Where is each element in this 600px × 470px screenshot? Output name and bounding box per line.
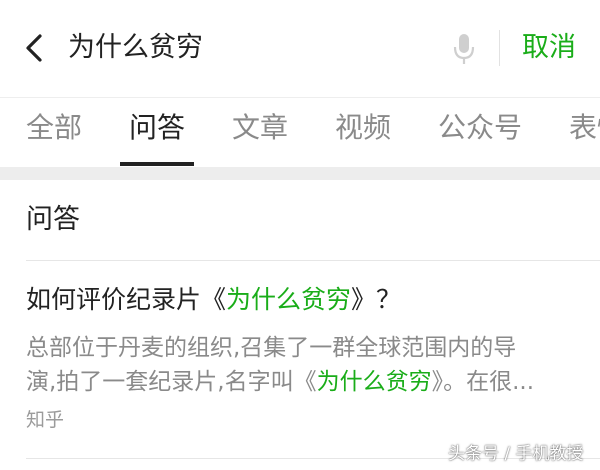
result-title-highlight: 为什么贫穷 — [226, 285, 352, 314]
tab-qa[interactable]: 问答 — [129, 106, 185, 150]
tab-official-accounts[interactable]: 公众号 — [438, 106, 522, 150]
search-divider — [499, 30, 500, 66]
result-title: 如何评价纪录片《为什么贫穷》？ — [26, 278, 401, 322]
chevron-left-icon — [26, 34, 42, 62]
search-input[interactable]: 为什么贫穷 — [68, 26, 203, 70]
tab-videos[interactable]: 视频 — [335, 106, 391, 150]
result-source: 知乎 — [26, 409, 65, 431]
active-tab-indicator — [120, 162, 194, 166]
category-tabs: 全部 问答 文章 视频 公众号 表情 — [0, 97, 600, 167]
back-button[interactable] — [18, 28, 48, 68]
snippet-line: 总部位于丹麦的组织,召集了一群全球范围内的导 — [26, 335, 517, 361]
watermark: 头条号 / 手机教授 — [448, 444, 584, 464]
snippet-text: 演,拍了一套纪录片,名字叫《 — [26, 369, 317, 395]
tab-stickers[interactable]: 表情 — [569, 106, 600, 150]
tab-all[interactable]: 全部 — [26, 106, 82, 150]
microphone-icon — [453, 34, 475, 64]
section-title: 问答 — [26, 204, 80, 235]
section-separator — [0, 167, 600, 180]
snippet-line: 演,拍了一套纪录片,名字叫《为什么贫穷》。在很... — [26, 365, 586, 399]
result-title-prefix: 如何评价纪录片《 — [26, 285, 227, 314]
snippet-highlight: 为什么贫穷 — [316, 369, 432, 395]
result-snippet: 总部位于丹麦的组织,召集了一群全球范围内的导 演,拍了一套纪录片,名字叫《为什么… — [26, 331, 586, 399]
result-title-suffix: 》？ — [351, 285, 402, 314]
search-bar: 为什么贫穷 取消 — [0, 0, 600, 97]
voice-input-button[interactable] — [452, 32, 476, 66]
cancel-button[interactable]: 取消 — [522, 26, 576, 70]
divider — [26, 260, 600, 261]
snippet-text: 》。在很... — [431, 369, 535, 395]
tab-articles[interactable]: 文章 — [232, 106, 288, 150]
